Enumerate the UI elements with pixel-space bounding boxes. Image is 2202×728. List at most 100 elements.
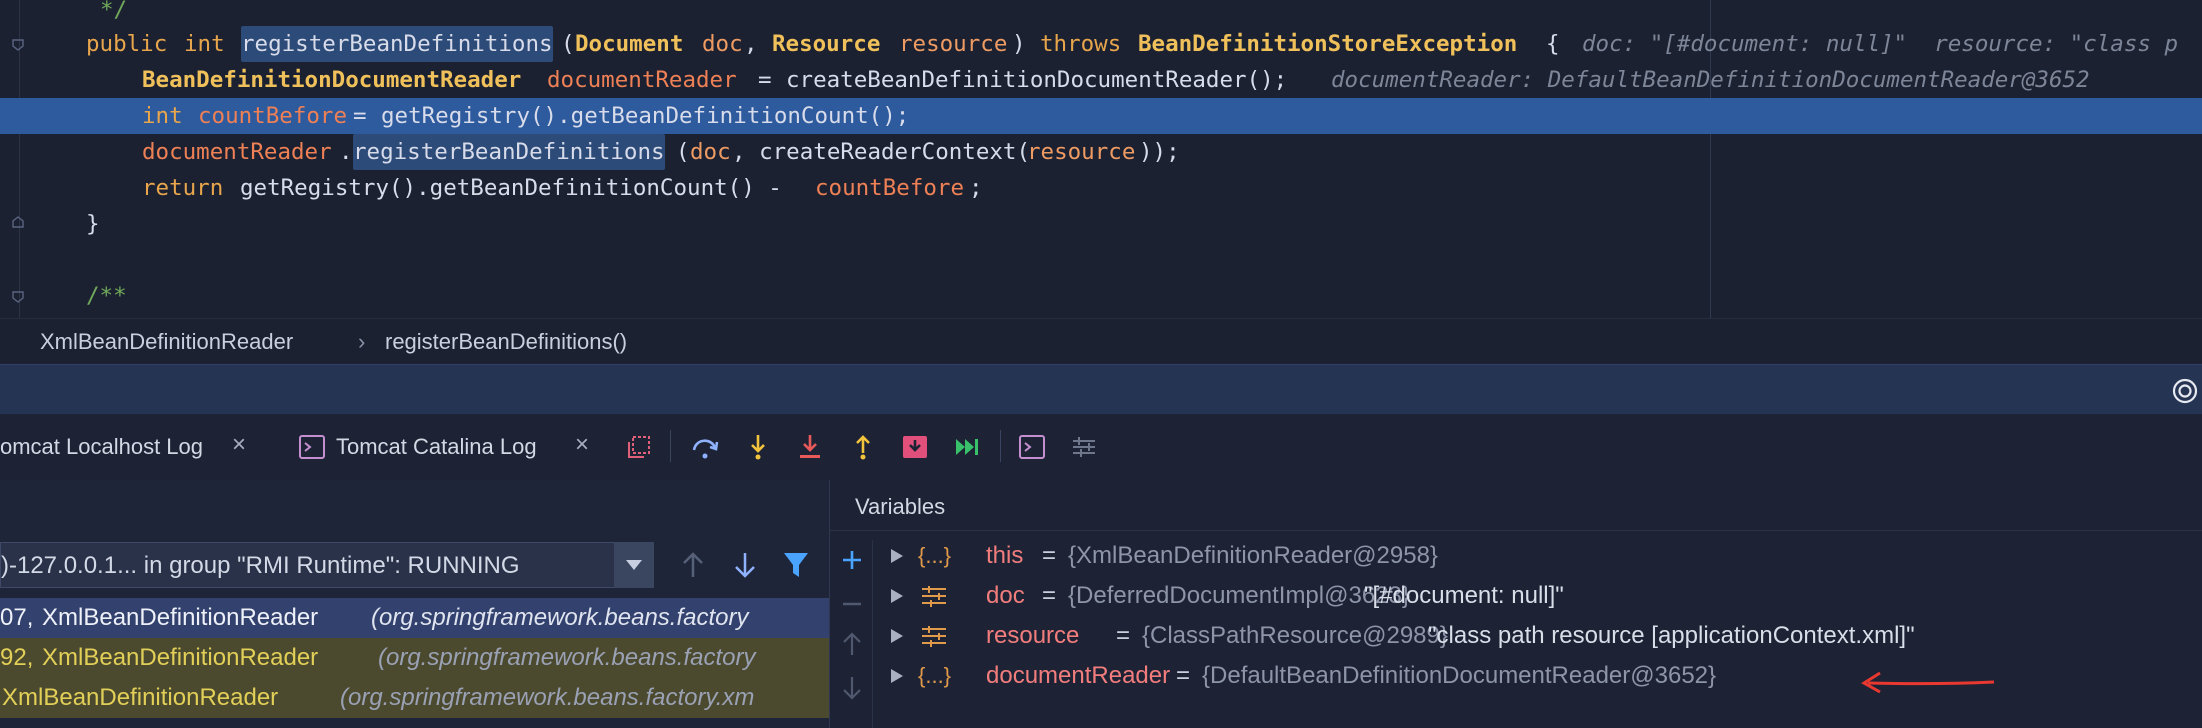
remove-watch-icon[interactable]: [840, 592, 864, 616]
debug-tool-window-header: [0, 364, 2202, 415]
toolbar-separator: [670, 430, 671, 462]
thread-selector-value: )-127.0.0.1... in group "RMI Runtime": R…: [1, 552, 520, 579]
breadcrumb: XmlBeanDefinitionReader › registerBeanDe…: [0, 318, 2202, 365]
console-icon: [299, 435, 325, 459]
evaluate-expression-icon[interactable]: [1017, 432, 1047, 462]
move-down-icon[interactable]: [840, 674, 864, 702]
frame-package: (org.springframework.beans.factory: [378, 644, 756, 671]
keyword: int: [142, 103, 183, 129]
variables-panel: Variables {...} this = {XmlBeanDefinitio…: [830, 480, 2202, 728]
add-watch-icon[interactable]: [840, 548, 864, 572]
punctuation: (: [561, 31, 575, 57]
tab-close-icon[interactable]: ×: [232, 431, 246, 459]
method-call: getRegistry().getBeanDefinitionCount();: [381, 103, 910, 129]
stack-frame-row[interactable]: 92, XmlBeanDefinitionReader (org.springf…: [0, 638, 829, 678]
parameter: doc: [702, 31, 743, 57]
expand-arrow-icon[interactable]: [890, 588, 904, 604]
variable-name: doc: [986, 582, 1025, 609]
trace-settings-icon[interactable]: [1069, 432, 1099, 462]
punctuation: .: [339, 139, 353, 165]
expand-arrow-icon[interactable]: [890, 668, 904, 684]
type-name: BeanDefinitionDocumentReader: [142, 67, 522, 93]
target-icon[interactable]: [2171, 377, 2199, 405]
tab-tomcat-catalina-log[interactable]: Tomcat Catalina Log: [336, 434, 537, 460]
frame-line-number: 92,: [0, 644, 34, 671]
code-editor[interactable]: */ public int registerBeanDefinitions ( …: [0, 0, 2202, 318]
method-call: , createReaderContext(: [732, 139, 1031, 165]
run-to-cursor-icon[interactable]: [952, 432, 982, 462]
parameter: resource: [899, 31, 1008, 57]
method-name[interactable]: registerBeanDefinitions: [241, 26, 553, 62]
panel-divider: [830, 530, 2202, 531]
tab-close-icon[interactable]: ×: [575, 431, 589, 459]
local-variable: documentReader: [547, 67, 737, 93]
local-variable: countBefore: [198, 103, 348, 129]
variable-name: this: [986, 542, 1024, 569]
variable-name: resource: [986, 622, 1080, 649]
method-call: getRegistry().getBeanDefinitionCount() -: [240, 175, 782, 201]
move-up-icon[interactable]: [840, 630, 864, 658]
variables-title: Variables: [855, 494, 946, 519]
comment-text: */: [100, 0, 128, 23]
restore-layout-icon[interactable]: [624, 432, 654, 462]
step-into-icon[interactable]: [743, 432, 773, 462]
filter-icon[interactable]: [782, 550, 810, 580]
method-call[interactable]: registerBeanDefinitions: [353, 134, 665, 170]
variable-equals: =: [1042, 582, 1057, 609]
code-line: */: [0, 0, 2202, 28]
drop-frame-icon[interactable]: [900, 432, 930, 462]
tab-tomcat-localhost-log[interactable]: omcat Localhost Log: [0, 434, 203, 460]
code-line: BeanDefinitionDocumentReader documentRea…: [0, 62, 2202, 98]
punctuation: ));: [1139, 139, 1180, 165]
code-line: }: [0, 206, 2202, 242]
inline-debug-hint: documentReader: DefaultBeanDefinitionDoc…: [1331, 67, 2090, 93]
operator: =: [758, 67, 772, 93]
step-out-icon[interactable]: [848, 432, 878, 462]
frame-package: (org.springframework.beans.factory.xm: [340, 684, 755, 711]
breadcrumb-separator: ›: [358, 329, 366, 354]
parameter-icon: [922, 626, 946, 647]
keyword: int: [184, 31, 225, 57]
thread-selector[interactable]: )-127.0.0.1... in group "RMI Runtime": R…: [0, 542, 654, 588]
frame-class: XmlBeanDefinitionReader: [42, 644, 319, 671]
variable-type: {XmlBeanDefinitionReader@2958}: [1068, 542, 1438, 569]
type-name: Document: [575, 31, 684, 57]
object-field-icon: {...}: [918, 663, 952, 688]
code-line: return getRegistry().getBeanDefinitionCo…: [0, 170, 2202, 206]
local-variable: countBefore: [815, 175, 965, 201]
stack-frame-row[interactable]: XmlBeanDefinitionReader (org.springframe…: [0, 678, 829, 718]
punctuation: }: [86, 211, 100, 237]
keyword: return: [142, 175, 224, 201]
keyword: throws: [1040, 31, 1122, 57]
expand-arrow-icon[interactable]: [890, 548, 904, 564]
type-name: Resource: [772, 31, 881, 57]
punctuation: ): [1012, 31, 1026, 57]
arrow-down-icon[interactable]: [732, 550, 758, 580]
force-step-into-icon[interactable]: [795, 432, 825, 462]
keyword: public: [86, 31, 168, 57]
variable-type: {ClassPathResource@2989}: [1142, 622, 1448, 649]
local-variable: documentReader: [142, 139, 332, 165]
stack-frame-row[interactable]: 07, XmlBeanDefinitionReader (org.springf…: [0, 598, 829, 638]
punctuation: ;: [969, 175, 983, 201]
variable-value: "class path resource [applicationContext…: [1428, 622, 1915, 649]
breadcrumb-method[interactable]: registerBeanDefinitions(): [385, 329, 627, 355]
variable-equals: =: [1116, 622, 1131, 649]
frame-class: XmlBeanDefinitionReader: [42, 604, 319, 631]
method-call: createBeanDefinitionDocumentReader();: [786, 67, 1288, 93]
expand-arrow-icon[interactable]: [890, 628, 904, 644]
variable-type: {DeferredDocumentImpl@3623}: [1068, 582, 1410, 609]
variables-side-toolbar: [830, 540, 873, 728]
variable-equals: =: [1176, 662, 1191, 689]
arrow-up-icon[interactable]: [680, 550, 706, 580]
current-execution-line: int countBefore = getRegistry().getBeanD…: [0, 98, 2202, 134]
parameter-icon: [922, 586, 946, 607]
annotation-arrow-icon: [1861, 671, 1995, 694]
object-field-icon: {...}: [918, 543, 952, 568]
step-over-icon[interactable]: [690, 432, 720, 462]
breadcrumb-class[interactable]: XmlBeanDefinitionReader: [40, 329, 293, 355]
thread-dropdown-button[interactable]: [614, 542, 654, 588]
code-line: documentReader . registerBeanDefinitions…: [0, 134, 2202, 170]
argument: doc: [690, 139, 731, 165]
punctuation: {: [1546, 31, 1560, 57]
